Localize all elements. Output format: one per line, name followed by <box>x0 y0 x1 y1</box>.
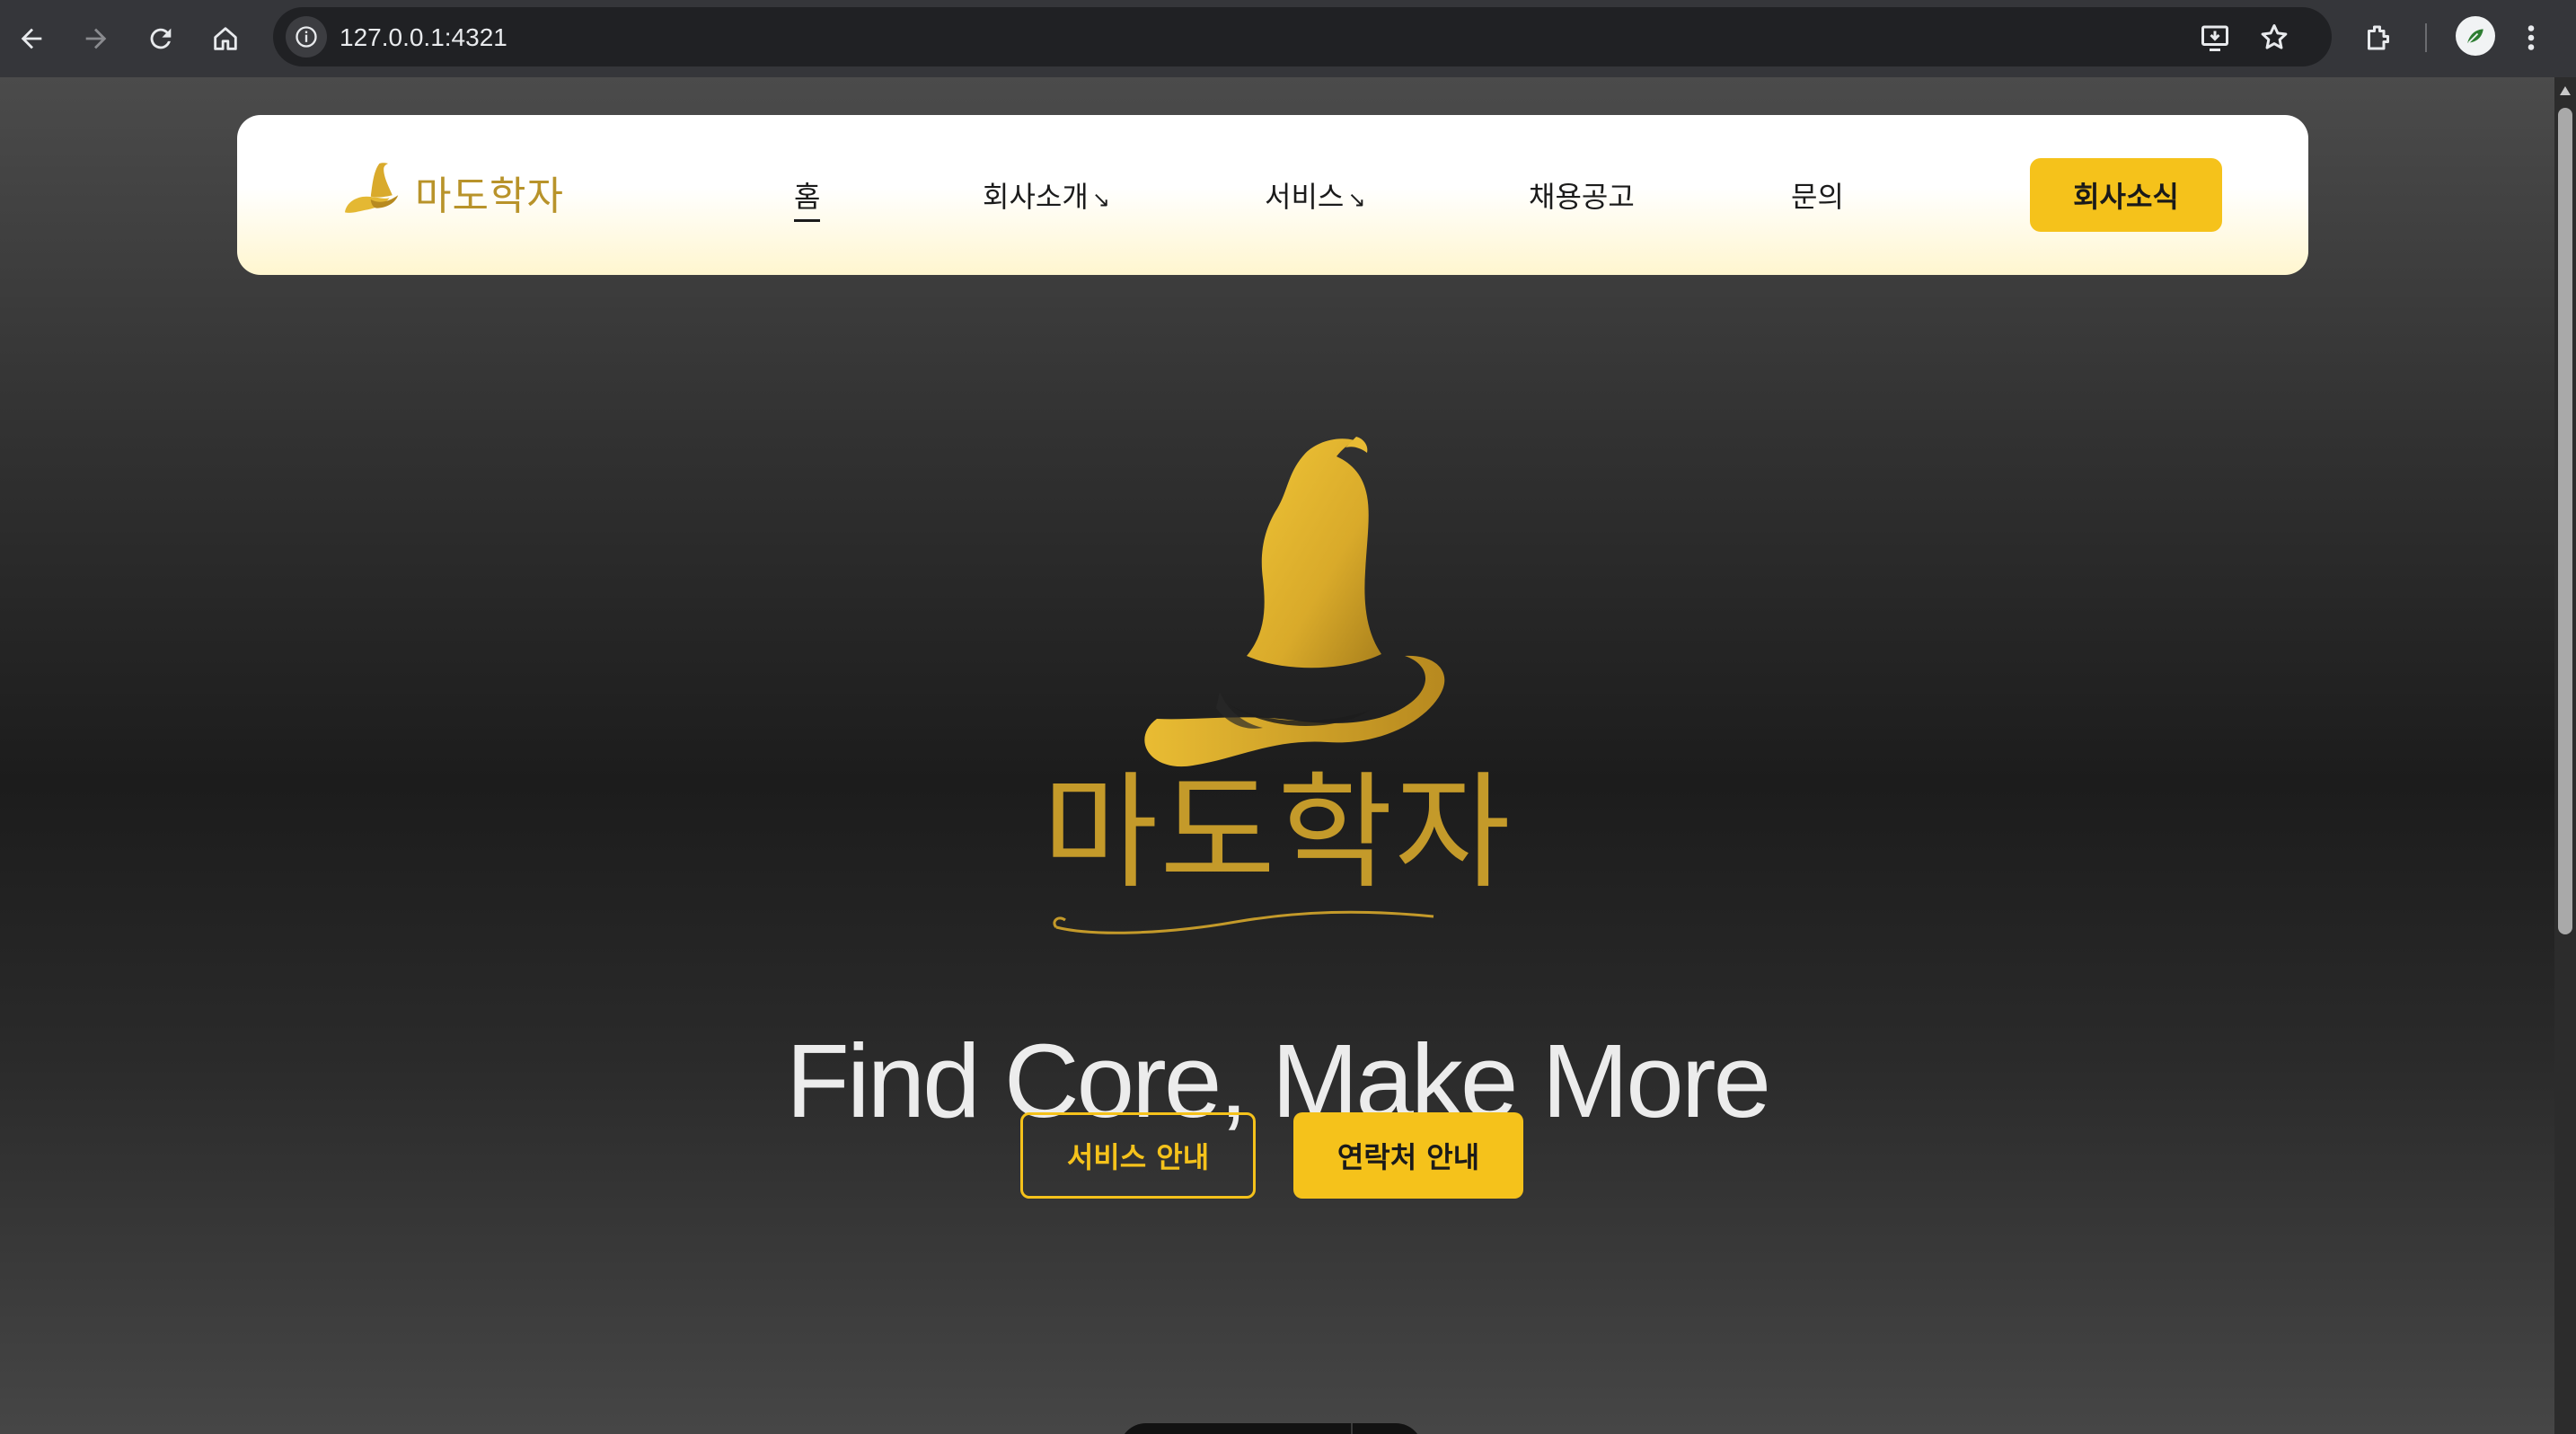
home-icon <box>214 27 237 50</box>
reload-icon <box>150 28 172 49</box>
browser-toolbar: 127.0.0.1:4321 <box>0 0 2576 77</box>
floating-bar-divider <box>1351 1423 1353 1434</box>
nav-home-label: 홈 <box>794 180 821 214</box>
nav-careers-label: 채용공고 <box>1529 180 1635 214</box>
nav-services[interactable]: 서비스 ↘ <box>1265 174 1365 216</box>
site-header: 마도학자 홈 회사소개 ↘ 서비스 ↘ 채용공고 문의 회사소식 <box>237 115 2308 275</box>
header-logo-link[interactable]: 마도학자 <box>338 156 564 228</box>
header-brand-name: 마도학자 <box>415 173 564 219</box>
back-arrow-icon <box>21 28 42 49</box>
toolbar-separator <box>2425 23 2427 52</box>
services-guide-button[interactable]: 서비스 안내 <box>1020 1112 1256 1199</box>
scrollbar-thumb[interactable] <box>2558 108 2572 934</box>
page-viewport: 마도학자 홈 회사소개 ↘ 서비스 ↘ 채용공고 문의 회사소식 마도학자 Fi… <box>0 77 2554 1434</box>
install-app-icon[interactable] <box>2199 22 2231 54</box>
bookmark-star-icon[interactable] <box>2258 22 2290 54</box>
nav-contact-label: 문의 <box>1791 180 1844 214</box>
url-text[interactable]: 127.0.0.1:4321 <box>340 23 507 52</box>
profile-avatar[interactable] <box>2456 16 2495 56</box>
nav-services-label: 서비스 <box>1265 180 1345 214</box>
page-scrollbar[interactable] <box>2554 77 2576 1434</box>
scroll-up-arrow-icon[interactable] <box>2560 86 2571 95</box>
company-news-button[interactable]: 회사소식 <box>2030 158 2222 232</box>
site-info-button[interactable] <box>286 16 327 58</box>
nav-company[interactable]: 회사소개 ↘ <box>983 174 1110 216</box>
forward-button[interactable] <box>72 14 120 63</box>
address-bar[interactable]: 127.0.0.1:4321 <box>273 7 2332 66</box>
site-info-icon <box>296 26 317 48</box>
nav-careers[interactable]: 채용공고 <box>1529 174 1635 216</box>
nav-home[interactable]: 홈 <box>794 174 821 222</box>
submenu-arrow-icon: ↘ <box>1091 187 1110 212</box>
forward-arrow-icon <box>85 28 107 49</box>
extensions-icon[interactable] <box>2362 22 2395 54</box>
reload-button[interactable] <box>137 14 185 63</box>
wizard-hat-logo-icon <box>345 163 399 213</box>
profile-leaf-icon <box>2467 29 2483 44</box>
contact-guide-button[interactable]: 연락처 안내 <box>1293 1112 1523 1199</box>
more-menu-icon[interactable] <box>2522 22 2540 54</box>
home-button[interactable] <box>201 14 250 63</box>
hero-tagline: Find Core, Make More <box>786 1022 1771 1139</box>
nav-contact[interactable]: 문의 <box>1791 174 1844 216</box>
nav-company-label: 회사소개 <box>983 180 1089 214</box>
floating-bar-peek <box>1119 1423 1423 1434</box>
hero-flourish-decoration <box>1053 910 1434 934</box>
back-button[interactable] <box>7 14 56 63</box>
submenu-arrow-icon: ↘ <box>1347 187 1366 212</box>
